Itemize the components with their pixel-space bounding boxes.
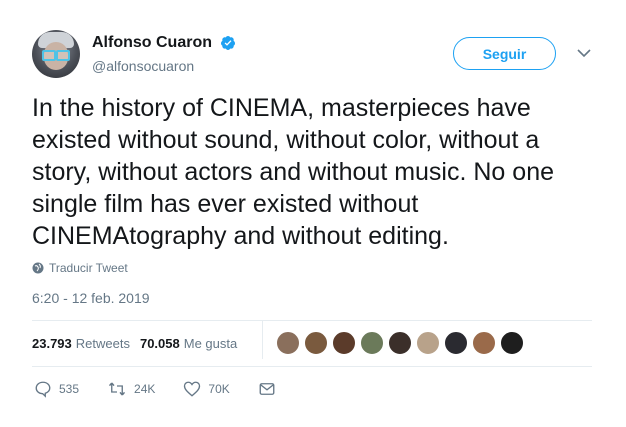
retweet-button[interactable]: 24K (107, 380, 155, 398)
divider-bottom (32, 366, 592, 367)
divider-top (32, 320, 592, 321)
liker-avatar[interactable] (388, 331, 412, 355)
retweet-count: 24K (134, 382, 156, 396)
envelope-icon (259, 383, 275, 395)
chevron-down-icon[interactable] (577, 48, 591, 58)
like-count: 70K (208, 382, 230, 396)
liker-avatar[interactable] (360, 331, 384, 355)
avatar[interactable] (32, 30, 80, 78)
liker-avatar[interactable] (472, 331, 496, 355)
tweet-stats: 23.793 Retweets 70.058 Me gusta (32, 336, 247, 351)
translate-label[interactable]: Traducir Tweet (49, 261, 128, 275)
like-button[interactable]: 70K (183, 380, 230, 398)
avatar-glasses-right (56, 50, 70, 61)
heart-icon (184, 381, 201, 397)
avatar-glasses-left (42, 50, 56, 61)
tweet-text: In the history of CINEMA, masterpieces h… (32, 94, 554, 250)
liker-avatar[interactable] (500, 331, 524, 355)
tweet-actions: 535 24K 70K (34, 380, 311, 398)
tweet-timestamp[interactable]: 6:20 - 12 feb. 2019 (32, 290, 150, 306)
reply-button[interactable]: 535 (34, 380, 79, 398)
author-name[interactable]: Alfonso Cuaron (92, 34, 212, 52)
stats-divider (262, 321, 263, 359)
liker-avatar[interactable] (444, 331, 468, 355)
retweet-icon (109, 382, 126, 396)
liker-avatar[interactable] (416, 331, 440, 355)
author-block: Alfonso Cuaron @alfonsocuaron (92, 34, 236, 74)
retweets-count[interactable]: 23.793 (32, 336, 72, 351)
follow-button[interactable]: Seguir (453, 37, 556, 70)
globe-icon (32, 262, 44, 274)
likes-count[interactable]: 70.058 (140, 336, 180, 351)
liker-avatar[interactable] (304, 331, 328, 355)
liker-avatar[interactable] (332, 331, 356, 355)
reply-icon (35, 381, 51, 398)
retweets-label[interactable]: Retweets (76, 336, 130, 351)
translate-tweet-link[interactable]: Traducir Tweet (32, 261, 128, 275)
verified-icon (221, 36, 236, 50)
reply-count: 535 (59, 382, 80, 396)
likes-label[interactable]: Me gusta (184, 336, 237, 351)
author-handle[interactable]: @alfonsocuaron (92, 58, 236, 74)
direct-message-button[interactable] (258, 380, 283, 398)
liker-avatar[interactable] (276, 331, 300, 355)
likers-avatar-list (276, 331, 528, 355)
